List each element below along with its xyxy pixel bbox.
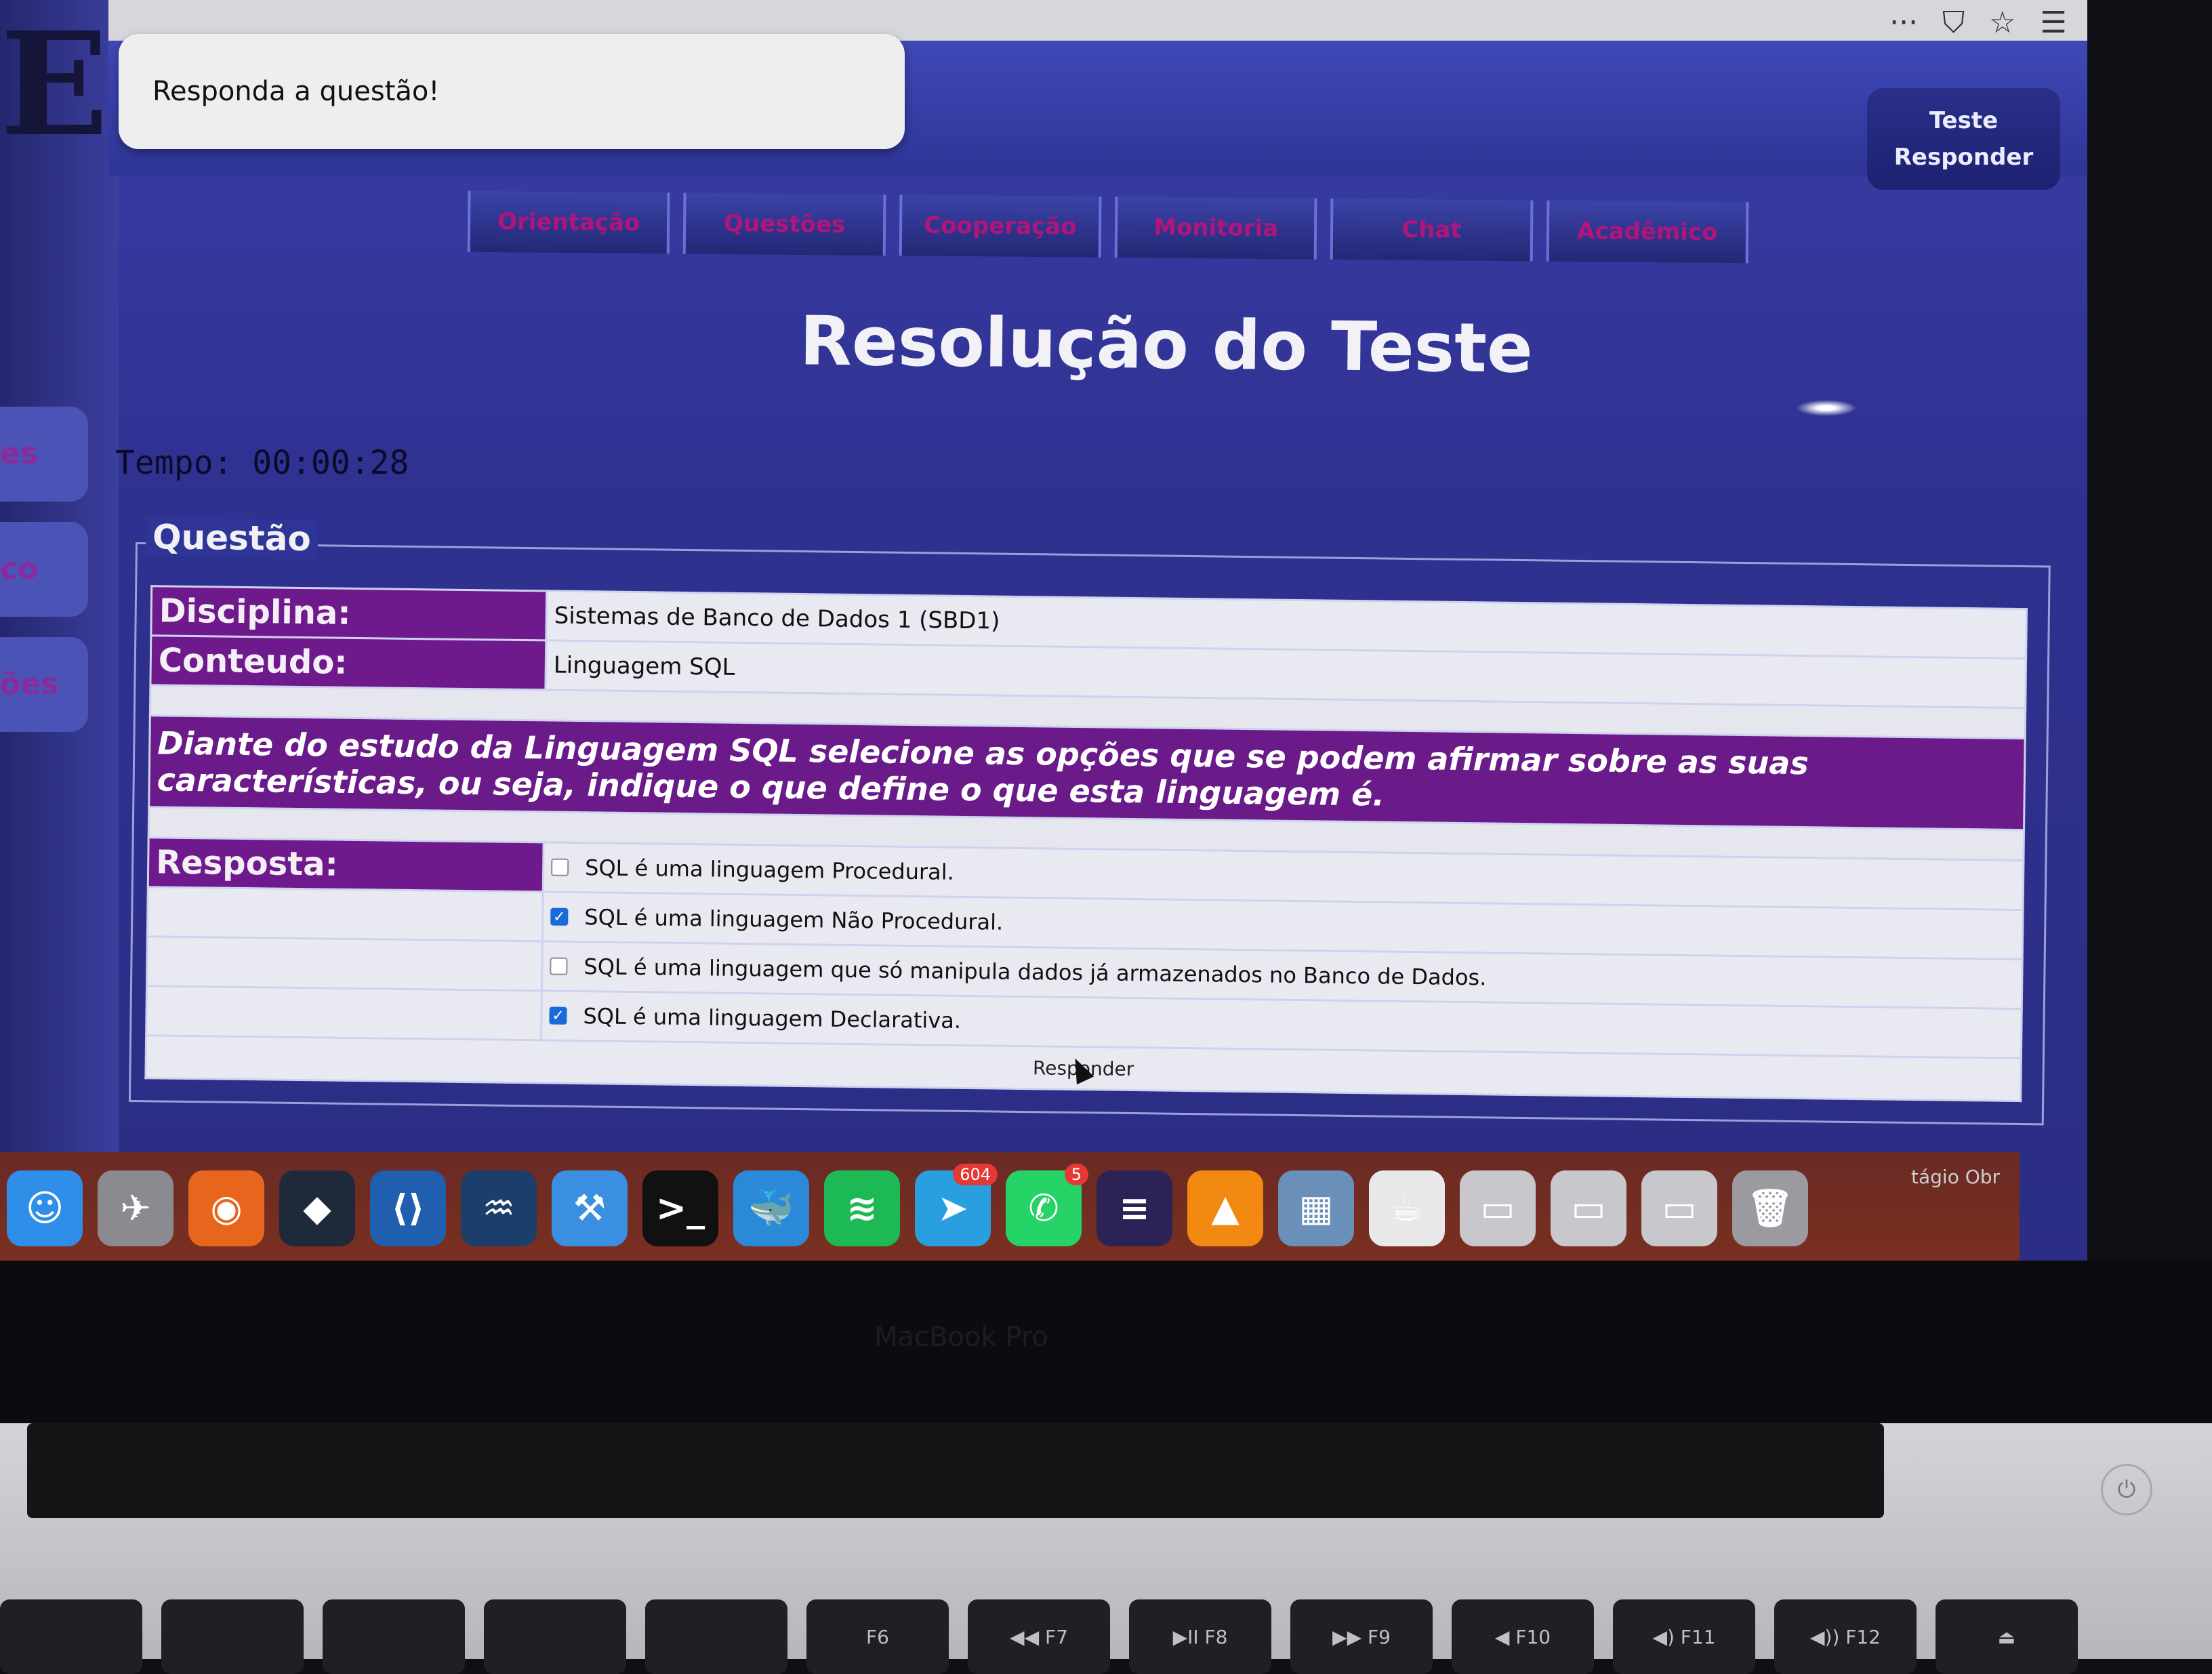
nav-orientacao[interactable]: Orientação [467,190,670,254]
question-table: Disciplina: Sistemas de Banco de Dados 1… [144,585,2028,1102]
sidebar-tab-label: es [0,436,39,471]
window-thumb-1-icon[interactable]: ▭ [1460,1170,1536,1246]
sidebar-logo-letter: E [0,1,109,168]
spotify-icon[interactable]: ≋ [824,1170,900,1246]
option-text: SQL é uma linguagem que só manipula dado… [583,954,1487,991]
browser-menu-icons: ··· ⛉ ☆ ☰ [1889,5,2067,40]
conteudo-label: Conteudo: [150,635,546,690]
hinge [27,1423,1884,1518]
empty-label [146,985,542,1040]
keyboard-key[interactable]: ◀◀ F7 [968,1599,1110,1674]
eclipse-icon[interactable]: ≡ [1097,1170,1172,1246]
trash-icon[interactable]: 🗑 [1732,1170,1808,1246]
terminal-icon[interactable]: >_ [642,1170,718,1246]
hamburger-menu-icon[interactable]: ☰ [2041,5,2067,40]
nav-academico[interactable]: Acadêmico [1546,200,1749,264]
function-key-row: F6 ◀◀ F7 ▶II F8 ▶▶ F9 ◀ F10 ◀) F11 ◀)) F12 ⏏ [0,1599,2212,1674]
main-nav: Orientação Questões Cooperação Monitoria… [467,190,1749,277]
checkbox-option-3[interactable] [550,957,568,975]
sidebar-tab-label: ões [0,667,59,701]
launchpad-icon[interactable]: ✈ [98,1170,173,1246]
notification-badge: 604 [953,1163,998,1185]
keyboard-key[interactable] [484,1599,626,1674]
nav-monitoria[interactable]: Monitoria [1114,197,1317,260]
page-title: Resolução do Teste [799,301,1534,388]
keyboard-key[interactable]: ◀ F10 [1452,1599,1594,1674]
keyboard-key[interactable]: ◀)) F12 [1774,1599,1917,1674]
vlc-icon[interactable]: ▲ [1187,1170,1263,1246]
option-text: SQL é uma linguagem Procedural. [584,855,955,885]
keyboard-key[interactable] [645,1599,787,1674]
firefox-icon[interactable]: ◉ [188,1170,264,1246]
preview-icon[interactable]: ▦ [1278,1170,1354,1246]
screen-bezel [0,1261,2212,1423]
question-fieldset: Questão Disciplina: Sistemas de Banco de… [128,517,2051,1126]
window-thumb-2-icon[interactable]: ▭ [1551,1170,1626,1246]
left-sidebar: E es co ões [0,0,119,1261]
docker-icon[interactable]: 🐳 [733,1170,809,1246]
java-icon[interactable]: ☕ [1369,1170,1445,1246]
status-message: Responda a questão! [119,34,905,149]
finder-icon[interactable]: ☺ [7,1170,83,1246]
keyboard-key[interactable]: ⏏ [1936,1599,2078,1674]
question-legend: Questão [145,517,319,559]
option-text: SQL é uma linguagem Declarativa. [583,1003,962,1034]
keyboard-key[interactable]: ◀) F11 [1613,1599,1755,1674]
brand-label: MacBook Pro [874,1322,1048,1353]
sidebar-tab-2[interactable]: co [0,522,88,617]
nav-questoes[interactable]: Questões [683,192,886,256]
keyboard-key[interactable] [323,1599,465,1674]
glare-highlight [1796,400,1857,416]
keyboard-key[interactable]: ▶II F8 [1129,1599,1271,1674]
keyboard-key[interactable]: ▶▶ F9 [1290,1599,1433,1674]
keyboard-key[interactable] [161,1599,304,1674]
more-options-icon[interactable]: ··· [1889,5,1918,40]
disciplina-label: Disciplina: [150,586,547,640]
nav-chat[interactable]: Chat [1330,198,1534,262]
header-actions: Teste Responder [1867,88,2060,190]
option-text: SQL é uma linguagem Não Procedural. [584,904,1004,935]
checkbox-option-4[interactable]: ✓ [549,1006,567,1025]
macos-dock: ☺ ✈ ◉ ◆ ⟨⟩ ♒ ⚒ >_ 🐳 ≋ ➤ 604 ✆ 5 ≡ ▲ ▦ ☕ ▭ ▭ ▭ 🗑 [0,1152,2020,1261]
elapsed-timer: Tempo: 00:00:28 [115,444,409,482]
keyboard-key[interactable] [0,1599,142,1674]
xcode-icon[interactable]: ⚒ [552,1170,628,1246]
sidebar-tab-1[interactable]: es [0,407,88,502]
telegram-icon[interactable]: ➤ 604 [915,1163,998,1246]
bookmark-star-icon[interactable]: ☆ [1989,5,2015,40]
notification-badge: 5 [1064,1163,1088,1185]
sidebar-tab-3[interactable]: ões [0,637,88,732]
dock-window-label: tágio Obr [1911,1166,2001,1188]
responder-header-button[interactable]: Responder [1894,144,2034,171]
keyboard-key[interactable]: F6 [806,1599,949,1674]
vscode-icon[interactable]: ⟨⟩ [370,1170,446,1246]
empty-label [146,936,543,991]
empty-label [147,886,544,941]
sidebar-tab-label: co [0,552,39,586]
mysql-workbench-icon[interactable]: ♒ [461,1170,537,1246]
nav-cooperacao[interactable]: Cooperação [899,195,1102,258]
teste-button[interactable]: Teste [1929,107,1998,134]
checkbox-option-1[interactable] [551,858,569,876]
resposta-label: Resposta: [148,837,544,892]
sourcetree-icon[interactable]: ◆ [279,1170,355,1246]
checkbox-option-2[interactable]: ✓ [550,907,569,926]
window-thumb-3-icon[interactable]: ▭ [1641,1170,1717,1246]
power-button-icon[interactable]: ⏻ [2101,1464,2152,1515]
laptop-screen: E es co ões ··· ⛉ ☆ ☰ Responda a questão… [0,0,2087,1261]
whatsapp-icon[interactable]: ✆ 5 [1006,1163,1088,1246]
pocket-icon[interactable]: ⛉ [1942,5,1965,40]
